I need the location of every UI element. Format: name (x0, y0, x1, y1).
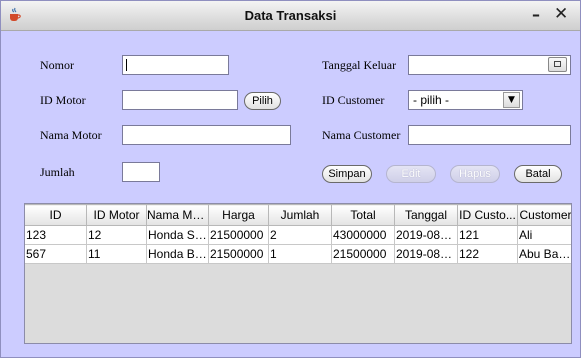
cell-id-motor: 12 (86, 225, 147, 245)
cell-harga: 21500000 (208, 225, 269, 245)
column-header-id[interactable]: ID (25, 204, 87, 226)
pilih-button-label: Pilih (252, 95, 273, 107)
cell-id-customer: 121 (457, 225, 518, 245)
nama-customer-field[interactable] (408, 125, 571, 145)
id-customer-select[interactable]: - pilih - ▼ (408, 90, 523, 110)
table-row[interactable]: 123 12 Honda So... 21500000 2 43000000 2… (25, 225, 571, 245)
simpan-button[interactable]: Simpan (322, 165, 372, 183)
column-header-customer[interactable]: Customer (517, 204, 571, 226)
nomor-label: Nomor (40, 58, 74, 72)
column-header-harga[interactable]: Harga (208, 204, 269, 226)
title-bar[interactable]: Data Transaksi – ✕ (1, 1, 580, 31)
id-customer-selected: - pilih - (413, 93, 450, 107)
table-row[interactable]: 567 11 Honda Beat 21500000 1 21500000 20… (25, 244, 571, 264)
id-motor-field[interactable] (122, 90, 238, 110)
edit-button[interactable]: Edit (386, 165, 436, 183)
pilih-button[interactable]: Pilih (244, 92, 281, 110)
nama-customer-label: Nama Customer (322, 128, 401, 142)
cell-customer: Abu Bakar (517, 244, 571, 264)
nama-motor-label: Nama Motor (40, 128, 102, 142)
column-header-tanggal[interactable]: Tanggal (394, 204, 458, 226)
cell-tanggal: 2019-08-19 (394, 225, 458, 245)
jumlah-label: Jumlah (40, 165, 75, 179)
cell-tanggal: 2019-08-19 (394, 244, 458, 264)
cell-total: 21500000 (331, 244, 395, 264)
close-button[interactable]: ✕ (554, 4, 568, 24)
cell-id-motor: 11 (86, 244, 147, 264)
cell-id: 567 (25, 244, 87, 264)
minimize-button[interactable]: – (532, 5, 540, 24)
cell-nama-motor: Honda So... (146, 225, 209, 245)
id-motor-label: ID Motor (40, 93, 86, 107)
cell-nama-motor: Honda Beat (146, 244, 209, 264)
tanggal-keluar-field[interactable] (408, 55, 571, 75)
column-header-total[interactable]: Total (331, 204, 395, 226)
jumlah-field[interactable] (122, 162, 160, 182)
column-header-nama-motor[interactable]: Nama Motor (146, 204, 209, 226)
tanggal-keluar-label: Tanggal Keluar (322, 58, 397, 72)
cell-harga: 21500000 (208, 244, 269, 264)
calendar-icon[interactable] (548, 57, 567, 72)
transaction-table[interactable]: ID ID Motor Nama Motor Harga Jumlah Tota… (24, 203, 572, 344)
column-header-jumlah[interactable]: Jumlah (268, 204, 332, 226)
cell-customer: Ali (517, 225, 571, 245)
nomor-field[interactable] (122, 55, 229, 75)
window-title: Data Transaksi (244, 8, 337, 23)
column-header-id-motor[interactable]: ID Motor (86, 204, 147, 226)
cell-id-customer: 122 (457, 244, 518, 264)
batal-button[interactable]: Batal (514, 165, 562, 183)
table-header-row: ID ID Motor Nama Motor Harga Jumlah Tota… (25, 204, 571, 226)
column-header-id-customer[interactable]: ID Custo... (457, 204, 518, 226)
cell-jumlah: 1 (268, 244, 332, 264)
cell-jumlah: 2 (268, 225, 332, 245)
nama-motor-field[interactable] (122, 125, 291, 145)
chevron-down-icon[interactable]: ▼ (503, 92, 520, 108)
transaction-window: Data Transaksi – ✕ Nomor ID Motor Pilih … (0, 0, 581, 358)
hapus-button[interactable]: Hapus (450, 165, 500, 183)
id-customer-label: ID Customer (322, 93, 385, 107)
cell-id: 123 (25, 225, 87, 245)
cell-total: 43000000 (331, 225, 395, 245)
